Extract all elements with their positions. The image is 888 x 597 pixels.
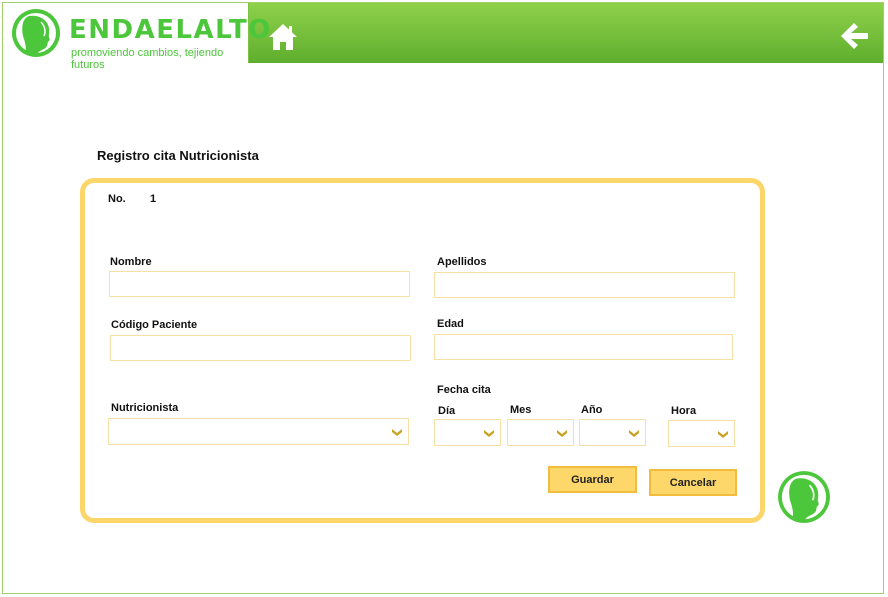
edad-input[interactable] <box>434 334 733 360</box>
chevron-down-icon <box>629 430 639 437</box>
brand-tagline: promoviendo cambios, tejiendo futuros <box>71 47 224 71</box>
arrow-left-icon[interactable] <box>838 20 870 52</box>
chevron-down-icon <box>392 429 402 436</box>
logo-area: ENDAELALTO promoviendo cambios, tejiendo… <box>3 3 270 71</box>
page-title: Registro cita Nutricionista <box>97 148 259 163</box>
cancel-button[interactable]: Cancelar <box>649 469 737 496</box>
dia-select[interactable] <box>434 419 501 446</box>
nombre-input[interactable] <box>109 271 410 297</box>
face-profile-logo-icon <box>778 471 830 523</box>
mes-select[interactable] <box>507 419 574 446</box>
save-button[interactable]: Guardar <box>548 466 637 493</box>
codigo-paciente-label: Código Paciente <box>111 319 198 331</box>
mes-label: Mes <box>510 404 532 416</box>
dia-label: Día <box>438 405 456 417</box>
anio-label: Año <box>581 404 603 416</box>
chevron-down-icon <box>718 431 728 438</box>
nutricionista-select[interactable] <box>108 418 409 445</box>
apellidos-input[interactable] <box>434 272 735 298</box>
chevron-down-icon <box>557 430 567 437</box>
face-profile-logo-icon <box>12 9 60 57</box>
anio-select[interactable] <box>579 419 646 446</box>
hora-select[interactable] <box>668 420 735 447</box>
nutricionista-label: Nutricionista <box>111 402 179 414</box>
home-icon[interactable] <box>267 22 299 52</box>
brand-name: ENDAELALTO <box>69 15 272 45</box>
codigo-paciente-input[interactable] <box>110 335 411 361</box>
chevron-down-icon <box>484 430 494 437</box>
number-label: No. <box>108 193 126 205</box>
hora-label: Hora <box>671 405 697 417</box>
number-value: 1 <box>150 193 157 205</box>
edad-label: Edad <box>437 318 464 330</box>
fecha-cita-label: Fecha cita <box>437 384 491 396</box>
apellidos-label: Apellidos <box>437 256 487 268</box>
nombre-label: Nombre <box>110 256 152 268</box>
